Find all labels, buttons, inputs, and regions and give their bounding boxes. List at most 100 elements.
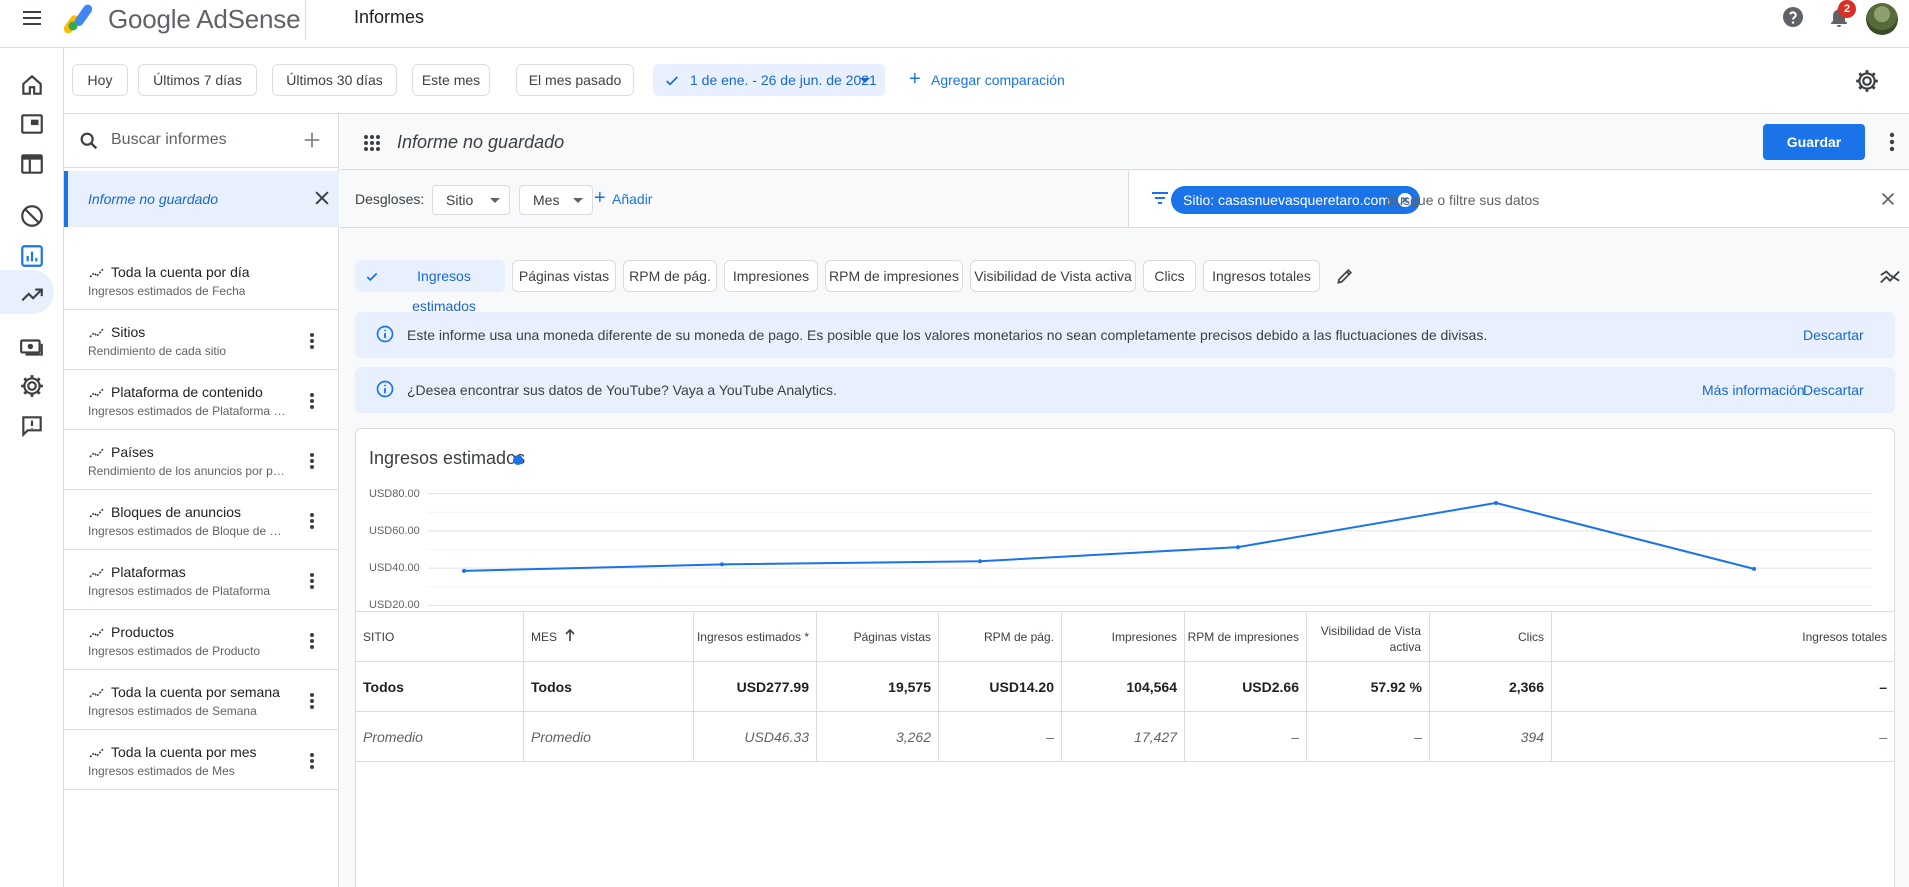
help-icon[interactable] [1781, 5, 1805, 29]
feedback-icon[interactable] [19, 413, 45, 439]
data-point[interactable] [978, 559, 982, 564]
report-header: Informe no guardado Guardar [340, 114, 1909, 170]
data-point[interactable] [720, 562, 724, 567]
avatar[interactable] [1866, 3, 1898, 35]
column-header[interactable]: Ingresos estimados * [694, 612, 817, 661]
more-options-icon[interactable] [309, 392, 315, 410]
report-list-item[interactable]: Toda la cuenta por día Ingresos estimados… [64, 250, 339, 310]
breakdown-dropdown-month[interactable]: Mes [519, 185, 593, 215]
cell-value: Todos [363, 679, 404, 695]
search-reports-input[interactable]: Buscar informes [111, 131, 227, 149]
clear-filters-close-icon[interactable] [1880, 191, 1896, 207]
more-options-icon[interactable] [309, 632, 315, 650]
date-chip-last-30-days[interactable]: Últimos 30 días [272, 64, 397, 96]
metric-chip-page-rpm[interactable]: RPM de pág. [623, 260, 717, 292]
add-comparison-label: Agregar comparación [931, 72, 1065, 88]
cell-value: 19,575 [888, 679, 931, 695]
sort-ascending-icon[interactable] [564, 628, 576, 642]
date-range-selector[interactable]: 1 de ene. - 26 de jun. de 2021 [653, 64, 885, 96]
trend-report-icon [89, 267, 105, 279]
report-title: Toda la cuenta por semana [111, 684, 280, 700]
optimization-trend-icon[interactable] [19, 282, 45, 308]
edit-metrics-pencil-icon[interactable] [1335, 266, 1355, 286]
reports-icon[interactable] [19, 243, 45, 269]
breakdown-dropdown-site[interactable]: Sitio [432, 185, 510, 215]
chart-type-trend-icon[interactable] [1879, 267, 1901, 287]
data-point[interactable] [1236, 545, 1240, 550]
more-options-icon[interactable] [309, 692, 315, 710]
site-filter-label: Sitio: casasnuevasqueretaro.com [1183, 192, 1390, 208]
current-report-item[interactable]: Informe no guardado [64, 171, 339, 227]
dismiss-button[interactable]: Descartar [1803, 327, 1864, 343]
search-icon [78, 130, 100, 152]
column-header[interactable]: MES [524, 612, 694, 661]
payments-icon[interactable] [19, 334, 45, 360]
report-list-item[interactable]: Productos Ingresos estimados de Producto [64, 610, 339, 670]
new-report-plus-icon[interactable] [301, 129, 323, 151]
column-header[interactable]: Impresiones [1062, 612, 1185, 661]
learn-more-link[interactable]: Más información [1702, 382, 1805, 398]
metric-chip-clicks[interactable]: Clics [1143, 260, 1196, 292]
date-chip-this-month[interactable]: Este mes [412, 64, 490, 96]
report-list-item[interactable]: Bloques de anuncios Ingresos estimados de… [64, 490, 339, 550]
filter-search-input[interactable]: Busque o filtre sus datos [1386, 192, 1539, 208]
metric-chip-impression-rpm[interactable]: RPM de impresiones [825, 260, 963, 292]
report-list-item[interactable]: Toda la cuenta por mes Ingresos estimados… [64, 730, 339, 790]
data-point[interactable] [1752, 566, 1756, 571]
info-icon [375, 324, 395, 344]
apps-grid-icon[interactable] [363, 134, 381, 152]
trend-report-icon [89, 507, 105, 519]
more-options-icon[interactable] [309, 512, 315, 530]
column-header[interactable]: RPM de pág. [939, 612, 1062, 661]
report-subtitle: Ingresos estimados de Mes [88, 764, 235, 778]
site-filter-chip[interactable]: Sitio: casasnuevasqueretaro.com [1171, 186, 1420, 214]
dismiss-button[interactable]: Descartar [1803, 382, 1864, 398]
data-point[interactable] [1494, 500, 1498, 505]
column-header[interactable]: Ingresos totales [1552, 612, 1894, 661]
cell-value: USD14.20 [989, 679, 1054, 695]
save-button[interactable]: Guardar [1763, 124, 1865, 160]
sites-icon[interactable] [19, 151, 45, 177]
column-header[interactable]: Visibilidad de Vista activa [1307, 612, 1430, 661]
menu-icon[interactable] [20, 6, 44, 30]
date-chip-last-month[interactable]: El mes pasado [516, 64, 634, 96]
settings-gear-icon[interactable] [19, 373, 45, 399]
more-options-icon[interactable] [309, 332, 315, 350]
report-name[interactable]: Informe no guardado [397, 132, 564, 153]
column-header[interactable]: Páginas vistas [817, 612, 939, 661]
table-cell: Promedio [524, 712, 694, 761]
report-list-item[interactable]: Plataformas Ingresos estimados de Platafo… [64, 550, 339, 610]
report-list-item[interactable]: Sitios Rendimiento de cada sitio [64, 310, 339, 370]
metric-chip-estimated-earnings[interactable]: Ingresos estimados [355, 260, 505, 314]
add-comparison-button[interactable]: + Agregar comparación [909, 69, 1065, 89]
report-settings-gear-icon[interactable] [1854, 68, 1880, 94]
brand-name[interactable]: Google AdSense [108, 4, 301, 35]
more-options-icon[interactable] [309, 752, 315, 770]
table-cell: USD14.20 [939, 662, 1062, 711]
more-options-icon[interactable] [309, 572, 315, 590]
column-header[interactable]: Clics [1430, 612, 1552, 661]
breakdowns-label: Desgloses: [355, 191, 425, 207]
add-breakdown-button[interactable]: + Añadir [594, 188, 652, 208]
y-tick-label: USD60.00 [369, 524, 420, 537]
home-icon[interactable] [19, 72, 45, 98]
column-header[interactable]: RPM de impresiones [1185, 612, 1307, 661]
filter-icon[interactable] [1151, 191, 1169, 205]
date-chip-today[interactable]: Hoy [72, 64, 128, 96]
more-options-icon[interactable] [1889, 132, 1895, 152]
column-header[interactable]: SITIO [356, 612, 524, 661]
date-chip-last-7-days[interactable]: Últimos 7 días [138, 64, 257, 96]
metric-chip-impressions[interactable]: Impresiones [724, 260, 818, 292]
report-list-item[interactable]: Toda la cuenta por semana Ingresos estima… [64, 670, 339, 730]
data-point[interactable] [462, 568, 466, 573]
report-list-item[interactable]: Países Rendimiento de los anuncios por pa… [64, 430, 339, 490]
metric-chip-active-view-viewable[interactable]: Visibilidad de Vista activa [970, 260, 1136, 292]
ads-icon[interactable] [19, 111, 45, 137]
block-controls-icon[interactable] [19, 203, 45, 229]
close-icon[interactable] [312, 188, 332, 208]
report-list-item[interactable]: Plataforma de contenido Ingresos estimado… [64, 370, 339, 430]
more-options-icon[interactable] [309, 452, 315, 470]
metric-chip-page-views[interactable]: Páginas vistas [512, 260, 616, 292]
metric-chip-total-earnings[interactable]: Ingresos totales [1203, 260, 1320, 292]
adsense-logo-icon [64, 0, 98, 34]
